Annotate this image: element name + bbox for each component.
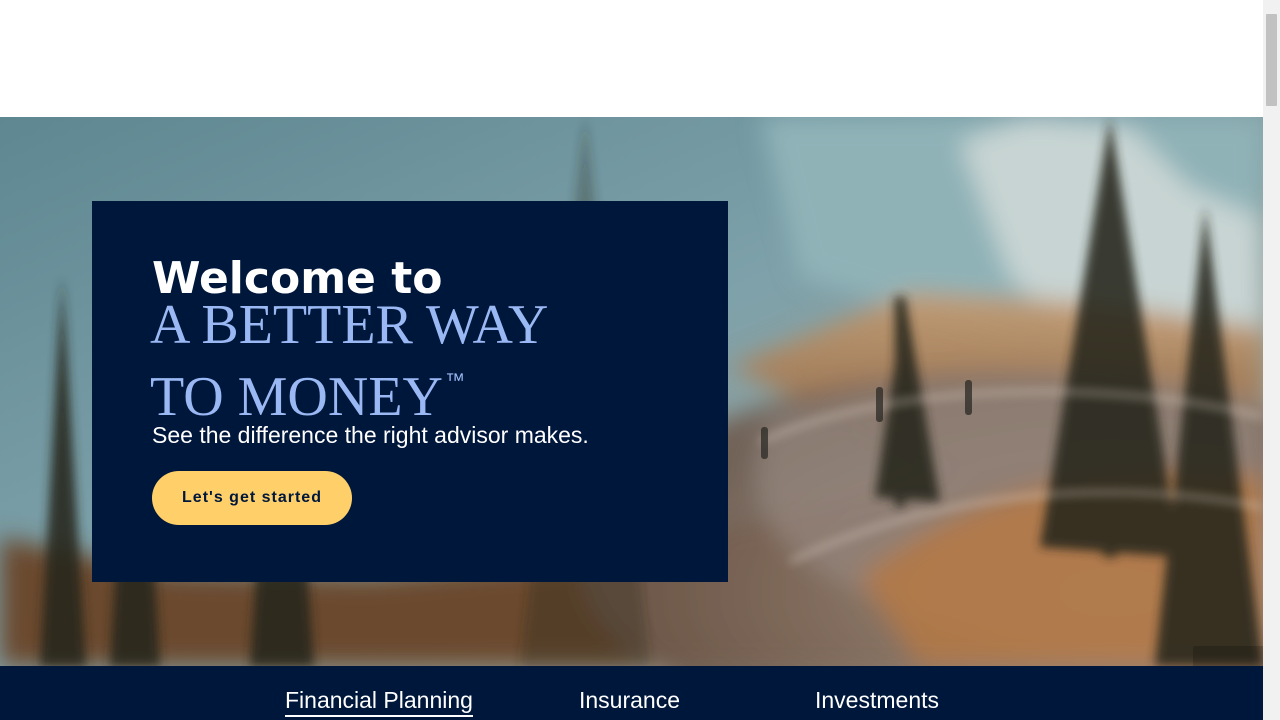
hero-section: Welcome to A BETTER WAY TO MONEY ™ See th… (0, 117, 1263, 666)
nav-item-financial-planning[interactable]: Financial Planning (285, 686, 473, 717)
headline: A BETTER WAY TO MONEY ™ (150, 297, 548, 425)
hero-subtitle: See the difference the right advisor mak… (152, 422, 589, 448)
headline-line-1: A BETTER WAY (150, 294, 549, 356)
scrollbar-thumb[interactable] (1266, 14, 1277, 106)
vertical-scrollbar[interactable] (1263, 0, 1280, 720)
hero-card: Welcome to A BETTER WAY TO MONEY ™ See th… (92, 201, 728, 582)
corner-widget (1193, 646, 1263, 666)
trademark-symbol: ™ (444, 370, 465, 392)
get-started-button[interactable]: Let's get started (152, 471, 352, 525)
product-navigation: Financial Planning Insurance Investments (0, 666, 1263, 720)
site-header (0, 0, 1263, 117)
page: Welcome to A BETTER WAY TO MONEY ™ See th… (0, 0, 1280, 720)
nav-item-investments[interactable]: Investments (815, 686, 939, 714)
headline-line-2: TO MONEY (150, 366, 443, 428)
nav-item-insurance[interactable]: Insurance (579, 686, 680, 714)
